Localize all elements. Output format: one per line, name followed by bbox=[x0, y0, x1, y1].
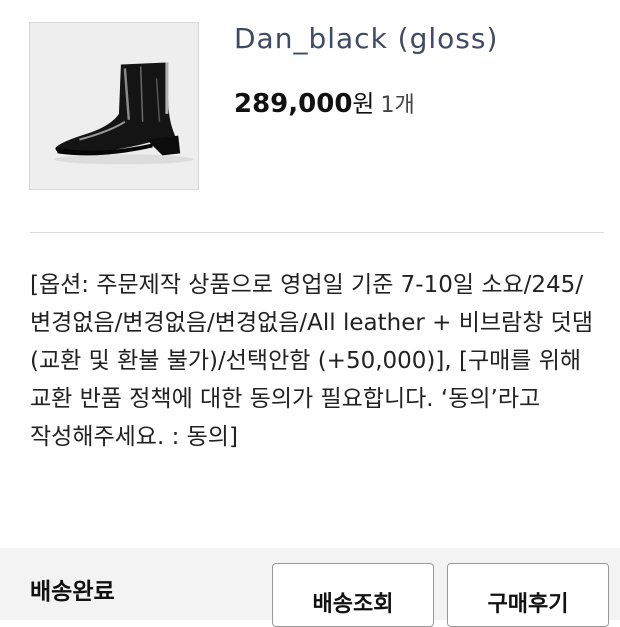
write-review-button[interactable]: 구매후기 bbox=[447, 563, 609, 627]
product-name[interactable]: Dan_black (gloss) bbox=[234, 22, 498, 55]
divider bbox=[30, 232, 604, 233]
order-option-text: [옵션: 주문제작 상품으로 영업일 기준 7-10일 소요/245/변경없음/… bbox=[30, 272, 593, 450]
product-quantity: 1개 bbox=[380, 93, 415, 118]
product-thumbnail[interactable] bbox=[29, 22, 199, 190]
track-delivery-button[interactable]: 배송조회 bbox=[272, 563, 434, 627]
product-price: 289,000 bbox=[234, 89, 353, 119]
price-currency: 원 bbox=[352, 90, 375, 118]
price-row: 289,000원 1개 bbox=[234, 84, 415, 119]
delivery-status: 배송완료 bbox=[30, 579, 115, 605]
boot-image bbox=[30, 23, 198, 189]
